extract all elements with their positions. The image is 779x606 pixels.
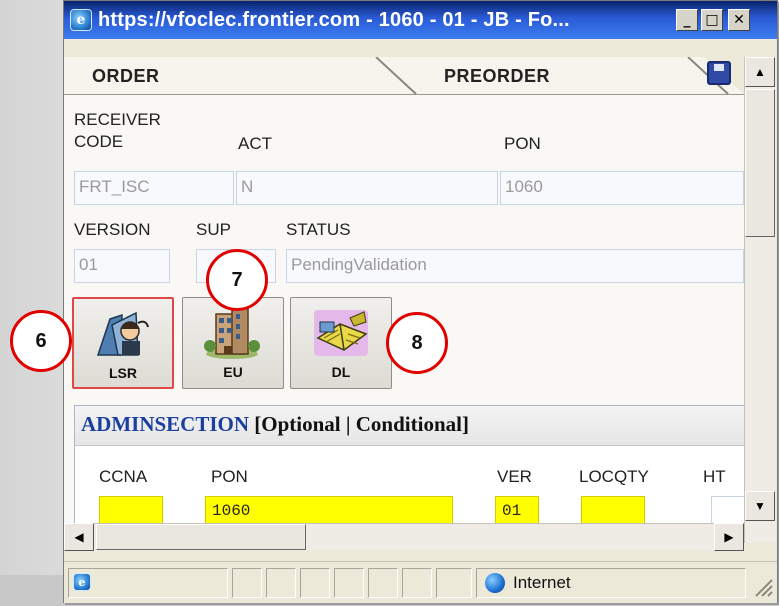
act-label: ACT [238,134,272,153]
lsr-label: LSR [109,365,137,381]
callout-7: 7 [206,249,268,311]
ccna-label: CCNA [99,467,148,486]
ver-label: VER [497,467,532,486]
maximize-button[interactable]: □ [701,9,723,31]
admin-pon-field[interactable]: 1060 [205,496,453,526]
save-icon[interactable] [707,61,731,85]
ht-field[interactable] [711,496,744,526]
tab-divider [375,57,417,95]
scroll-up-button[interactable]: ▲ [745,57,775,87]
window-title: https://vfoclec.frontier.com - 1060 - 01… [98,8,570,31]
callout-8: 8 [386,312,448,374]
scroll-down-button[interactable]: ▼ [745,491,775,521]
sup-label: SUP [196,220,231,239]
internet-globe-icon [485,573,505,593]
tab-order-label: ORDER [92,66,160,86]
status-cell [334,568,364,598]
status-field[interactable]: PendingValidation [286,249,744,283]
title-bar[interactable]: e https://vfoclec.frontier.com - 1060 - … [64,1,777,39]
status-cell [402,568,432,598]
status-cell [266,568,296,598]
locqty-label: LOCQTY [579,467,649,486]
scroll-left-button[interactable]: ◀ [64,523,94,551]
dl-button[interactable]: DL [290,297,392,389]
page-status-icon: e [73,573,91,591]
status-main-cell: e [68,568,228,598]
pon-label: PON [504,134,541,153]
status-cell [436,568,472,598]
directory-book-icon [314,310,368,356]
tab-preorder-label: PREORDER [444,66,551,86]
tab-bar: ORDER PREORDER [64,57,744,95]
ht-label: HT [703,467,726,486]
version-label: VERSION [74,220,151,239]
status-label: STATUS [286,220,351,239]
act-field[interactable]: N [236,171,498,205]
minimize-button[interactable]: _ [676,9,698,31]
horizontal-scrollbar[interactable]: ◀ ▶ [64,523,744,551]
scroll-right-button[interactable]: ▶ [714,523,744,551]
admin-section-qualifier: [Optional | Conditional] [254,412,469,436]
receiver-code-label: RECEIVER CODE [74,110,161,151]
browser-window: e https://vfoclec.frontier.com - 1060 - … [63,0,778,603]
admin-section-title: ADMINSECTION [81,412,250,436]
status-cell [368,568,398,598]
resize-grip-icon[interactable] [752,576,774,598]
ie-page-icon: e [70,9,92,31]
dl-label: DL [331,364,351,380]
ver-field[interactable]: 01 [495,496,539,526]
admin-pon-label: PON [211,467,248,486]
pon-field[interactable]: 1060 [500,171,744,205]
version-field[interactable]: 01 [74,249,170,283]
vertical-scrollbar[interactable]: ▲ ▼ [744,57,776,543]
admin-section-header: ADMINSECTION [Optional | Conditional] [75,406,744,446]
building-icon [204,307,260,359]
receiver-code-field[interactable]: FRT_ISC [74,171,234,205]
locqty-field[interactable] [581,496,645,526]
status-cell [300,568,330,598]
ccna-field[interactable] [99,496,163,526]
vertical-scroll-thumb[interactable] [745,89,775,237]
callout-6: 6 [10,310,72,372]
security-zone-cell[interactable]: Internet [476,568,746,598]
lsr-icon [96,311,149,356]
status-bar: e Internet [64,561,777,603]
lsr-button[interactable]: LSR [72,297,174,389]
close-button[interactable]: ✕ [728,9,750,31]
zone-label: Internet [513,573,571,592]
status-cell [232,568,262,598]
horizontal-scroll-thumb[interactable] [96,524,306,550]
eu-label: EU [223,364,243,380]
